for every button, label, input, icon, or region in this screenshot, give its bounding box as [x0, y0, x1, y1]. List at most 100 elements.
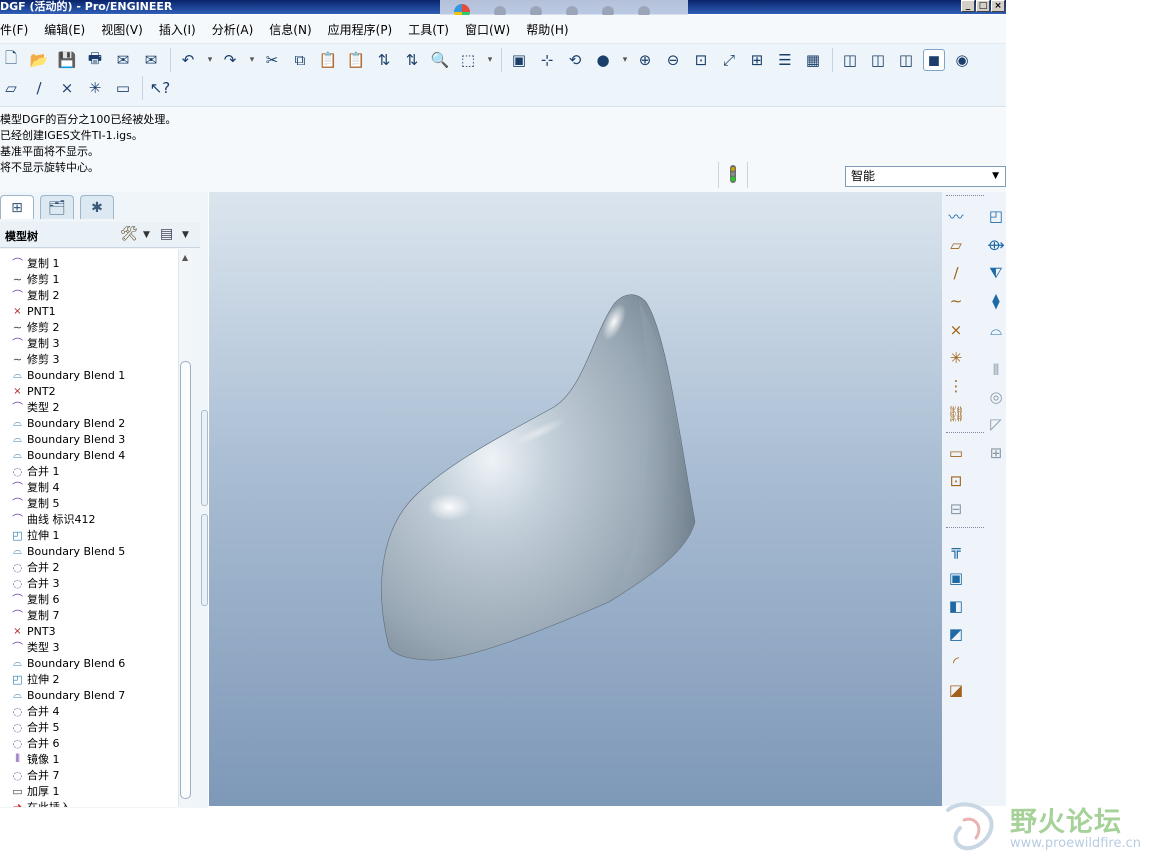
tree-item[interactable]: ⌒ 类型 3 [0, 639, 60, 655]
chevron-down-icon[interactable]: ▼ [182, 230, 189, 240]
selection-filter-select[interactable]: 智能 ▼ [845, 166, 1006, 187]
shading-icon[interactable]: ● [592, 49, 614, 71]
send-mail-alt-icon[interactable]: ✉ [140, 49, 162, 71]
scroll-thumb[interactable] [180, 361, 191, 799]
zoom-out-icon[interactable]: ⊖ [662, 49, 684, 71]
chevron-down-icon[interactable]: ▼ [143, 230, 150, 240]
datum-point-icon[interactable]: × [945, 319, 967, 341]
tree-item[interactable]: ⌓ Boundary Blend 7 [0, 687, 125, 703]
new-file-icon[interactable]: 🗋 [0, 49, 22, 71]
tree-item[interactable]: ◌ 合并 4 [0, 703, 60, 719]
tab-folder-browser[interactable]: 🗂 [40, 195, 74, 219]
tree-item[interactable]: × PNT1 [0, 303, 55, 319]
paste-special-icon[interactable]: 📋 [345, 49, 367, 71]
maximize-button[interactable]: □ [976, 0, 990, 12]
copy-icon[interactable]: ⧉ [289, 49, 311, 71]
shaded-icon[interactable]: ◼ [923, 49, 945, 71]
regenerate-icon[interactable]: ⇅ [373, 49, 395, 71]
tree-item[interactable]: ◌ 合并 6 [0, 735, 60, 751]
datum-axis-icon[interactable]: ∕ [945, 262, 967, 284]
tree-item[interactable]: ⌓ Boundary Blend 3 [0, 431, 125, 447]
tree-settings-icon[interactable]: 🛠 [120, 226, 138, 242]
tree-item[interactable]: ⌓ Boundary Blend 4 [0, 447, 125, 463]
rib-icon[interactable]: ◧ [945, 595, 967, 617]
datum-plane-icon[interactable]: ▱ [945, 234, 967, 256]
menu-item[interactable]: 视图(V) [93, 21, 151, 38]
tree-item[interactable]: ∼ 修剪 2 [0, 319, 60, 335]
csys-toggle-icon[interactable]: ✳ [84, 77, 106, 99]
datum-point-toggle-icon[interactable]: × [56, 77, 78, 99]
web-browser-icon[interactable]: ◉ [951, 49, 973, 71]
minimize-button[interactable]: _ [961, 0, 975, 12]
context-help-icon[interactable]: ↖? [149, 77, 171, 99]
annotation-toggle-icon[interactable]: ▭ [112, 77, 134, 99]
panel-splitter[interactable] [201, 410, 208, 606]
spin-center-icon[interactable]: ⊹ [536, 49, 558, 71]
tree-item[interactable]: ⌒ 类型 2 [0, 399, 60, 415]
tree-item[interactable]: ◌ 合并 5 [0, 719, 60, 735]
tree-item[interactable]: ⌓ Boundary Blend 6 [0, 655, 125, 671]
revolve-tool-icon[interactable]: ⟴ [985, 234, 1007, 256]
tree-item[interactable]: ◰ 拉伸 1 [0, 527, 59, 543]
scroll-up-icon[interactable]: ▲ [182, 253, 188, 262]
sweep-tool-icon[interactable]: ⧨ [985, 262, 1007, 284]
datum-graph-icon[interactable]: ⊟ [945, 498, 967, 520]
shell-icon[interactable]: ▣ [945, 567, 967, 589]
tree-item[interactable]: ◌ 合并 3 [0, 575, 60, 591]
tree-item[interactable]: ⌒ 复制 1 [0, 255, 60, 271]
tree-item[interactable]: ⌒ 复制 2 [0, 287, 60, 303]
shading-dropdown-icon[interactable]: ▾ [620, 49, 630, 71]
annotation-feature-icon[interactable]: ▭ [945, 442, 967, 464]
regen-status-light[interactable] [718, 162, 748, 188]
extrude-tool-icon[interactable]: ◰ [985, 205, 1007, 227]
tree-item[interactable]: ∼ 修剪 1 [0, 271, 60, 287]
tree-item[interactable]: ⌒ 复制 3 [0, 335, 60, 351]
tree-show-icon[interactable]: ▤ [160, 226, 173, 242]
menu-item[interactable]: 工具(T) [400, 21, 457, 38]
regen-manager-icon[interactable]: ⇅ [401, 49, 423, 71]
datum-axis-toggle-icon[interactable]: ∕ [28, 77, 50, 99]
menu-item[interactable]: 编辑(E) [36, 21, 93, 38]
tree-item[interactable]: ➜ 在此插入 [0, 799, 71, 807]
tree-item[interactable]: ◌ 合并 7 [0, 767, 60, 783]
wireframe-icon[interactable]: ◫ [839, 49, 861, 71]
refit-icon[interactable]: ⊡ [690, 49, 712, 71]
redo-dropdown-icon[interactable]: ▾ [247, 49, 257, 71]
trim-tool-icon[interactable]: ◸ [985, 413, 1007, 435]
menu-item[interactable]: 分析(A) [204, 21, 262, 38]
datum-plane-toggle-icon[interactable]: ▱ [0, 77, 22, 99]
reorient-icon[interactable]: ⤢ [718, 49, 740, 71]
tree-item[interactable]: ⌒ 复制 4 [0, 479, 60, 495]
tree-item[interactable]: ⌒ 复制 6 [0, 591, 60, 607]
repaint-icon[interactable]: ▣ [508, 49, 530, 71]
redo-icon[interactable]: ↷ [219, 49, 241, 71]
model-3d-shape[interactable] [209, 192, 942, 806]
datum-csys-icon[interactable]: ✳ [945, 347, 967, 369]
hidden-line-icon[interactable]: ◫ [867, 49, 889, 71]
analysis-feature-icon[interactable]: ⋮ [945, 375, 967, 397]
view-manager-icon[interactable]: ▦ [802, 49, 824, 71]
orient-mode-icon[interactable]: ⟲ [564, 49, 586, 71]
tree-item[interactable]: ◌ 合并 1 [0, 463, 60, 479]
find-icon[interactable]: 🔍 [429, 49, 451, 71]
draft-icon[interactable]: ◩ [945, 623, 967, 645]
layers-icon[interactable]: ☰ [774, 49, 796, 71]
tree-item[interactable]: ⌓ Boundary Blend 5 [0, 543, 125, 559]
splitter-grip[interactable] [201, 410, 208, 506]
round-icon[interactable]: ◜ [945, 651, 967, 673]
splitter-grip[interactable] [201, 514, 208, 606]
send-mail-icon[interactable]: ✉ [112, 49, 134, 71]
save-icon[interactable]: 💾 [56, 49, 78, 71]
menu-item[interactable]: 窗口(W) [457, 21, 518, 38]
datum-point-offset-icon[interactable]: ⊡ [945, 470, 967, 492]
tab-model-tree[interactable]: ⊞ [0, 195, 34, 219]
tree-item[interactable]: × PNT3 [0, 623, 55, 639]
zoom-in-icon[interactable]: ⊕ [634, 49, 656, 71]
merge-tool-icon[interactable]: ◎ [985, 386, 1007, 408]
chain-icon[interactable]: ⛓ [945, 403, 967, 425]
chamfer-icon[interactable]: ◪ [945, 679, 967, 701]
menu-item[interactable]: 信息(N) [261, 21, 319, 38]
tree-item[interactable]: ⌓ Boundary Blend 2 [0, 415, 125, 431]
menu-item[interactable]: 件(F) [0, 21, 36, 38]
model-tree-scrollbar[interactable]: ▲ [178, 249, 192, 807]
